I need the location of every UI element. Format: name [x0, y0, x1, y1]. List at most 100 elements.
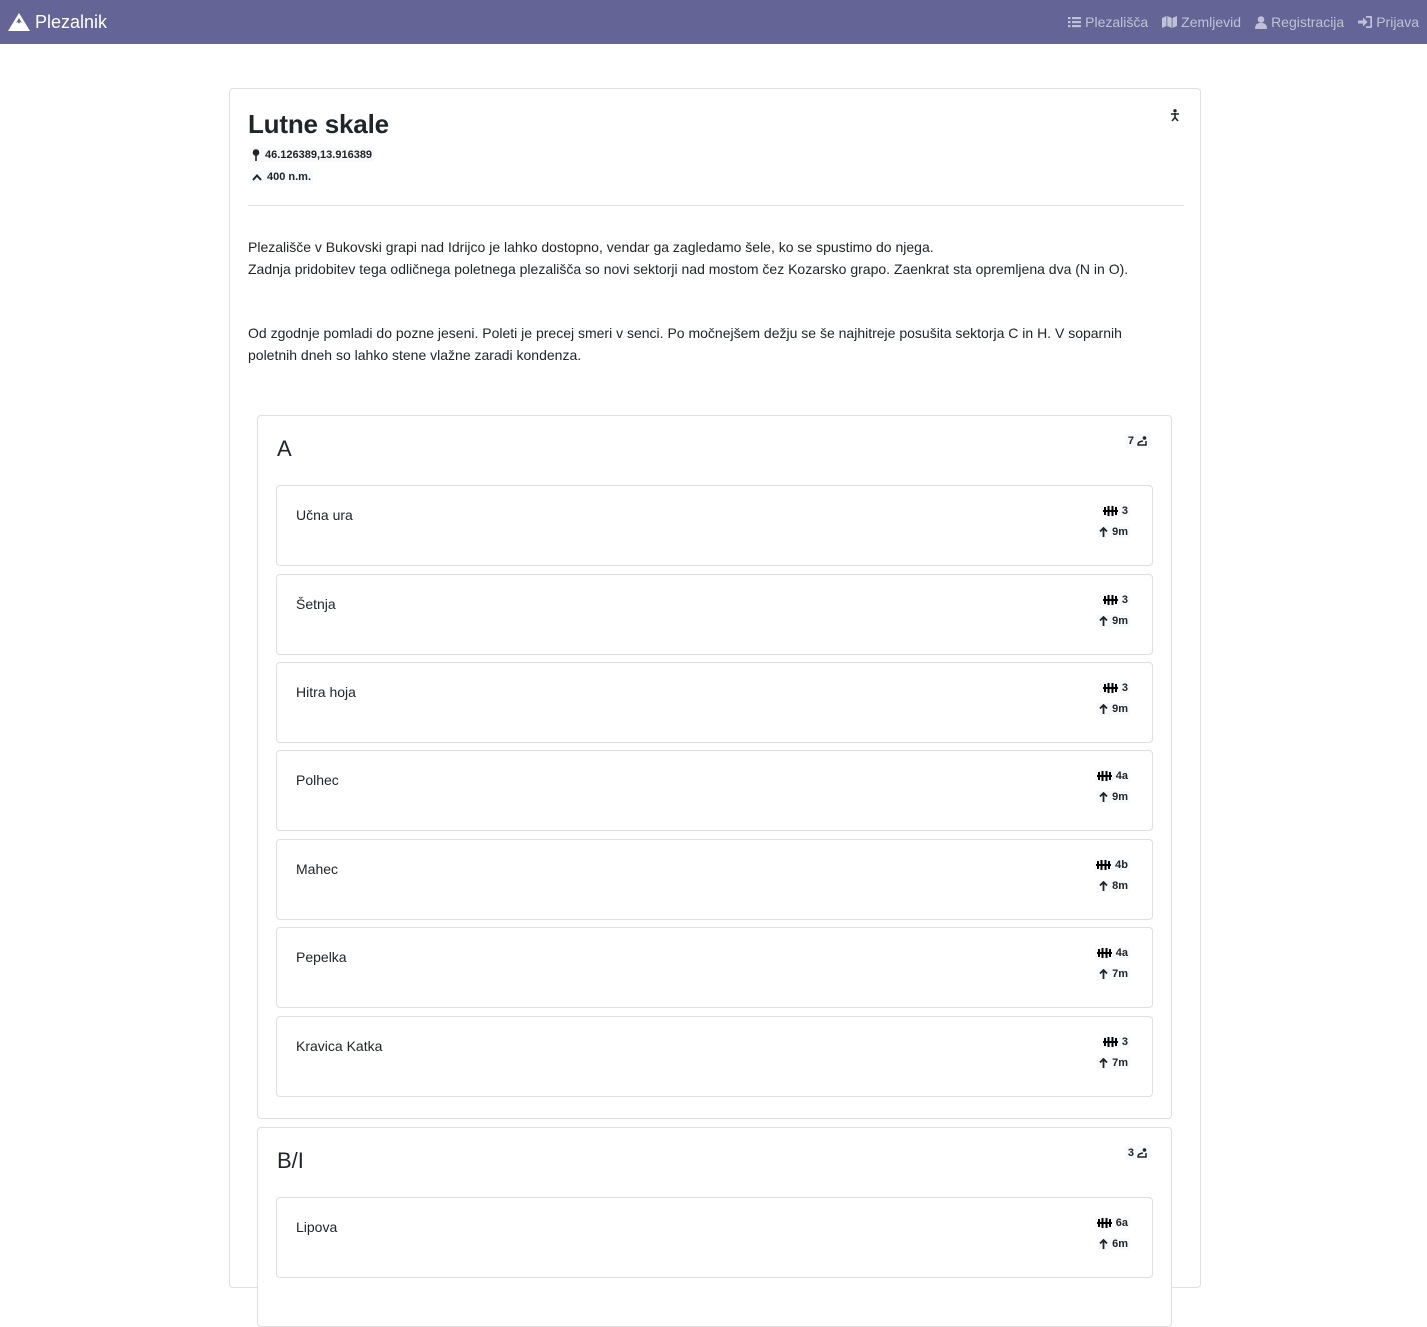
list-icon [1068, 17, 1082, 28]
route-item[interactable]: Učna ura 3 9m [276, 485, 1153, 566]
grade-icon [1102, 1037, 1118, 1047]
length-text: 9m [1112, 791, 1128, 803]
arrow-up-icon [1099, 792, 1108, 802]
route-grade: 3 [1100, 1036, 1130, 1048]
route-grade: 3 [1100, 594, 1130, 606]
route-item[interactable]: Hitra hoja 3 9m [276, 662, 1153, 743]
route-icon [1137, 1147, 1147, 1158]
length-text: 8m [1112, 880, 1128, 892]
route-count-text: 3 [1127, 1147, 1134, 1159]
route-icon [1137, 435, 1147, 446]
route-grade: 4a [1094, 770, 1130, 782]
arrow-up-icon [1099, 1239, 1108, 1249]
climber-icon [1170, 109, 1180, 127]
route-name: Mahec [296, 861, 339, 877]
sector-name: B/I [277, 1148, 304, 1173]
route-item[interactable]: Šetnja 3 9m [276, 574, 1153, 655]
crag-coordinates: 46.126389,13.916389 [250, 148, 375, 162]
route-item[interactable]: Pepelka 4a 7m [276, 927, 1153, 1008]
nav-link-label: Registracija [1271, 14, 1345, 30]
crag-altitude: 400 n.m. [250, 170, 314, 184]
nav-link-plezalisca[interactable]: Plezališča [1068, 14, 1148, 30]
route-name: Pepelka [296, 949, 347, 965]
route-length: 9m [1097, 526, 1130, 538]
coordinates-text: 46.126389,13.916389 [265, 149, 373, 161]
sector-card-a: A 7 Učna ura 3 9m Šetnja 3 9m Hitra hoja… [257, 415, 1172, 1119]
sector-route-count: 3 [1124, 1146, 1151, 1160]
grade-text: 3 [1121, 505, 1128, 517]
route-name: Šetnja [296, 596, 336, 612]
grade-icon [1096, 1218, 1112, 1228]
arrow-up-icon [1099, 1058, 1108, 1068]
route-name: Polhec [296, 772, 339, 788]
grade-text: 6a [1115, 1217, 1128, 1229]
arrow-up-icon [1099, 527, 1108, 537]
route-item[interactable]: Mahec 4b 8m [276, 839, 1153, 920]
nav-link-prijava[interactable]: Prijava [1358, 14, 1419, 30]
grade-icon [1102, 683, 1118, 693]
sector-card-b-i: B/I 3 Lipova 6a 6m [257, 1127, 1172, 1327]
route-count-text: 7 [1127, 435, 1134, 447]
map-icon [1162, 16, 1178, 28]
arrow-up-icon [1099, 969, 1108, 979]
brand-name: Plezalnik [35, 11, 108, 32]
route-grade: 4a [1094, 947, 1130, 959]
route-name: Učna ura [296, 507, 353, 523]
route-grade: 6a [1094, 1217, 1130, 1229]
nav-link-label: Zemljevid [1181, 14, 1242, 30]
route-length: 8m [1097, 880, 1130, 892]
description-line: Plezališče v Bukovski grapi nad Idrijco … [248, 239, 934, 255]
grade-text: 4a [1115, 947, 1128, 959]
length-text: 9m [1112, 703, 1128, 715]
route-length: 7m [1097, 1057, 1130, 1069]
route-item[interactable]: Kravica Katka 3 7m [276, 1016, 1153, 1097]
description-line: Zadnja pridobitev tega odličnega poletne… [248, 261, 1129, 277]
nav-link-label: Prijava [1376, 14, 1419, 30]
length-text: 6m [1112, 1238, 1128, 1250]
route-item[interactable]: Lipova 6a 6m [276, 1197, 1153, 1278]
route-length: 9m [1097, 615, 1130, 627]
brand-link[interactable]: Plezalnik [8, 12, 107, 33]
route-length: 6m [1097, 1238, 1130, 1250]
mountain-logo-icon [8, 13, 30, 31]
arrow-up-icon [1099, 704, 1108, 714]
arrow-up-icon [1099, 881, 1108, 891]
grade-icon [1096, 860, 1112, 870]
nav-link-registracija[interactable]: Registracija [1255, 14, 1344, 30]
crag-description: Plezališče v Bukovski grapi nad Idrijco … [248, 236, 1184, 280]
chevron-up-icon [252, 173, 262, 181]
nav-links: Plezališča Zemljevid Registracija Prijav… [1068, 14, 1419, 30]
arrow-up-icon [1099, 616, 1108, 626]
route-grade: 4b [1094, 859, 1130, 871]
route-name: Lipova [296, 1219, 338, 1235]
grade-text: 3 [1121, 682, 1128, 694]
length-text: 9m [1112, 526, 1128, 538]
route-name: Hitra hoja [296, 684, 356, 700]
map-pin-icon [252, 149, 260, 161]
crag-card: Lutne skale 46.126389,13.916389 400 n.m.… [229, 88, 1201, 1327]
grade-text: 4a [1115, 770, 1128, 782]
route-grade: 3 [1100, 682, 1130, 694]
route-length: 9m [1097, 791, 1130, 803]
sector-route-count: 7 [1124, 434, 1151, 448]
crag-title: Lutne skale [248, 109, 389, 139]
grade-icon [1096, 948, 1112, 958]
nav-link-zemljevid[interactable]: Zemljevid [1162, 14, 1241, 30]
route-item[interactable]: Polhec 4a 9m [276, 750, 1153, 831]
user-icon [1255, 15, 1268, 29]
length-text: 7m [1112, 1057, 1128, 1069]
grade-icon [1102, 506, 1118, 516]
grade-icon [1102, 595, 1118, 605]
crag-conditions: Od zgodnje pomladi do pozne jeseni. Pole… [248, 325, 1122, 363]
route-length: 9m [1097, 703, 1130, 715]
length-text: 7m [1112, 968, 1128, 980]
nav-link-label: Plezališča [1085, 14, 1149, 30]
sign-in-icon [1358, 16, 1373, 28]
grade-icon [1096, 771, 1112, 781]
sector-name: A [277, 436, 292, 461]
grade-text: 4b [1115, 859, 1128, 871]
divider [248, 205, 1184, 206]
route-name: Kravica Katka [296, 1038, 383, 1054]
route-length: 7m [1097, 968, 1130, 980]
length-text: 9m [1112, 615, 1128, 627]
